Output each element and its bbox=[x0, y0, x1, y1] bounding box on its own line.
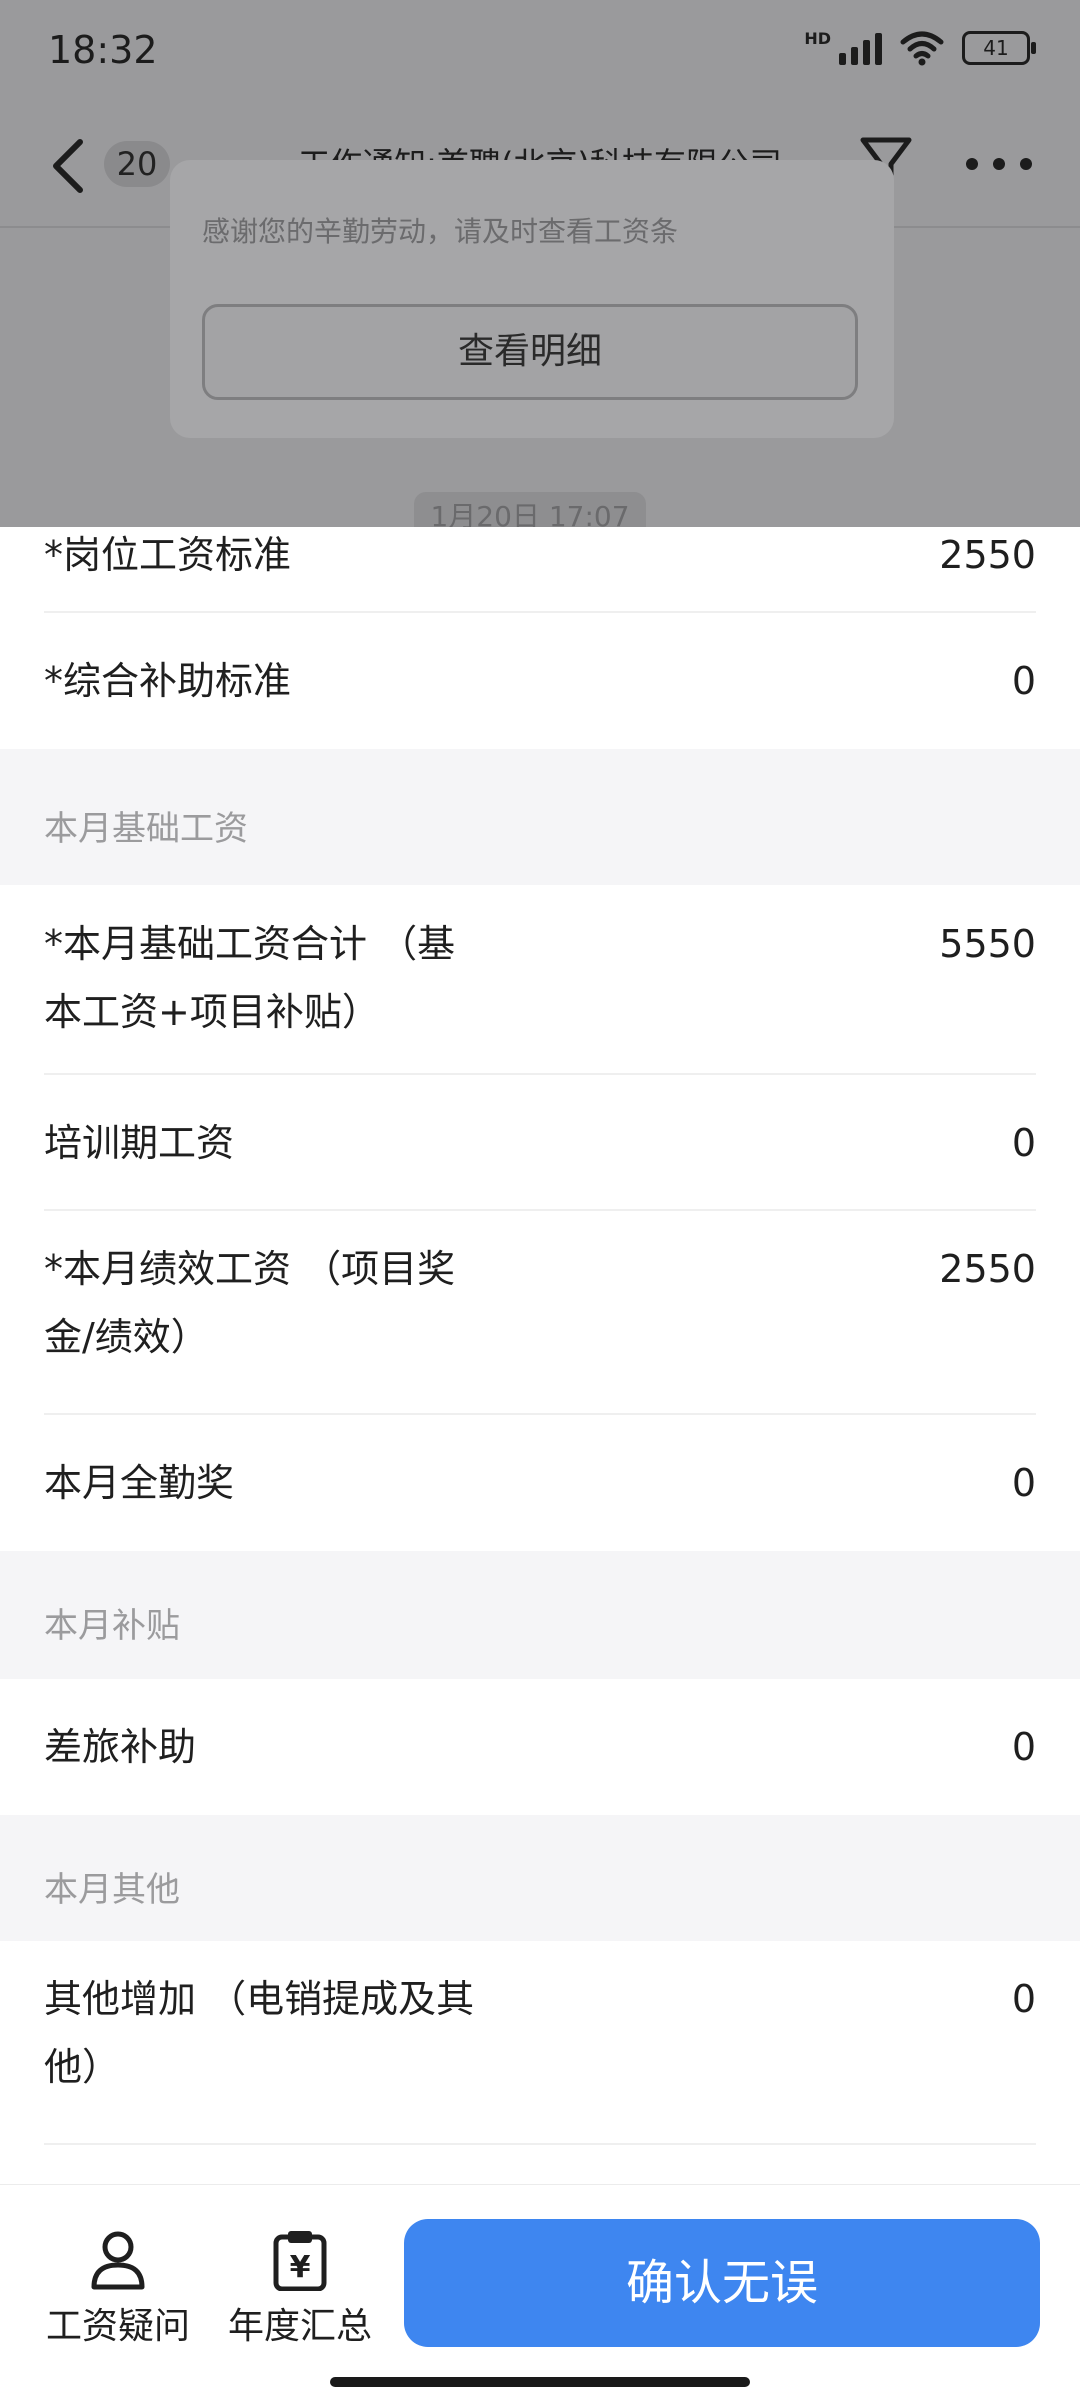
row-label: *综合补助标准 bbox=[44, 659, 292, 703]
dimmed-chat-overlay[interactable]: 18:32 HD 41 20 工作通知:首聘(北京)科技有限公司 bbox=[0, 0, 1080, 527]
salary-row: *综合补助标准 0 bbox=[0, 613, 1080, 749]
row-label-line2: 本工资+项目补贴） bbox=[44, 990, 380, 1034]
annual-summary-label: 年度汇总 bbox=[227, 2306, 372, 2347]
row-value: 0 bbox=[1011, 1977, 1036, 2021]
salary-sheet: *岗位工资标准 2550 *综合补助标准 0 本月基础工资 *本月基础工资合计 … bbox=[0, 527, 1080, 2145]
row-value: 0 bbox=[1011, 1461, 1036, 1505]
back-arrow-icon[interactable] bbox=[44, 136, 94, 196]
row-label: *岗位工资标准 bbox=[44, 533, 292, 577]
confirm-button[interactable]: 确认无误 bbox=[404, 2219, 1040, 2347]
notice-text: 感谢您的辛勤劳动，请及时查看工资条 bbox=[202, 215, 679, 248]
message-timestamp: 1月20日 17:07 bbox=[414, 492, 646, 527]
salary-row: *本月绩效工资 （项目奖 金/绩效） 2550 bbox=[0, 1211, 1080, 1415]
row-label: 本月全勤奖 bbox=[44, 1461, 235, 1505]
row-value: 0 bbox=[1011, 1121, 1036, 1165]
row-value: 2550 bbox=[939, 1247, 1036, 1291]
section-header-subsidy: 本月补贴 bbox=[0, 1551, 1080, 1679]
person-question-icon bbox=[91, 2231, 145, 2290]
salary-question-label: 工资疑问 bbox=[45, 2306, 190, 2347]
section-title: 本月补贴 bbox=[44, 1606, 180, 1646]
status-icons: HD 41 bbox=[804, 29, 1036, 66]
row-label: 差旅补助 bbox=[44, 1725, 197, 1769]
battery-icon: 41 bbox=[962, 31, 1036, 65]
salary-row: *本月基础工资合计 （基 本工资+项目补贴） 5550 bbox=[0, 885, 1080, 1075]
section-header-basic-salary: 本月基础工资 bbox=[0, 749, 1080, 885]
salary-question-button[interactable]: 工资疑问 bbox=[38, 2229, 198, 2349]
svg-text:¥: ¥ bbox=[290, 2250, 311, 2285]
home-indicator[interactable] bbox=[330, 2377, 750, 2387]
row-label: 其他增加 （电销提成及其 bbox=[44, 1977, 475, 2021]
row-label-line2: 金/绩效） bbox=[44, 1315, 209, 1359]
salary-row: 培训期工资 0 bbox=[0, 1075, 1080, 1211]
unread-count-badge: 20 bbox=[104, 141, 170, 187]
divider bbox=[44, 2143, 1036, 2145]
status-bar: 18:32 HD 41 bbox=[0, 0, 1080, 110]
salary-row: 其他增加 （电销提成及其 他） 0 bbox=[0, 1941, 1080, 2145]
section-header-other: 本月其他 bbox=[0, 1815, 1080, 1941]
section-title: 本月基础工资 bbox=[44, 809, 248, 849]
salary-row: 差旅补助 0 bbox=[0, 1679, 1080, 1815]
signal-icon bbox=[839, 31, 882, 65]
salary-row: *岗位工资标准 2550 bbox=[0, 527, 1080, 613]
work-notice-card: 感谢您的辛勤劳动，请及时查看工资条 查看明细 bbox=[170, 160, 894, 438]
view-detail-button[interactable]: 查看明细 bbox=[202, 304, 858, 400]
section-title: 本月其他 bbox=[44, 1870, 180, 1910]
clipboard-yuan-icon: ¥ bbox=[273, 2231, 327, 2291]
row-label: 培训期工资 bbox=[44, 1121, 235, 1165]
row-label-line2: 他） bbox=[44, 2045, 121, 2089]
status-time: 18:32 bbox=[48, 28, 158, 72]
hd-indicator: HD bbox=[804, 29, 831, 48]
row-value: 5550 bbox=[939, 922, 1036, 966]
row-label: *本月绩效工资 （项目奖 bbox=[44, 1247, 456, 1291]
row-value: 0 bbox=[1011, 659, 1036, 703]
more-options-icon[interactable] bbox=[962, 154, 1036, 174]
wifi-icon bbox=[900, 31, 944, 66]
row-value: 2550 bbox=[939, 533, 1036, 577]
bottom-action-bar: 工资疑问 ¥ 年度汇总 确认无误 bbox=[0, 2184, 1080, 2401]
salary-row: 本月全勤奖 0 bbox=[0, 1415, 1080, 1551]
annual-summary-button[interactable]: ¥ 年度汇总 bbox=[220, 2229, 380, 2349]
row-value: 0 bbox=[1011, 1725, 1036, 1769]
row-label: *本月基础工资合计 （基 bbox=[44, 922, 456, 966]
